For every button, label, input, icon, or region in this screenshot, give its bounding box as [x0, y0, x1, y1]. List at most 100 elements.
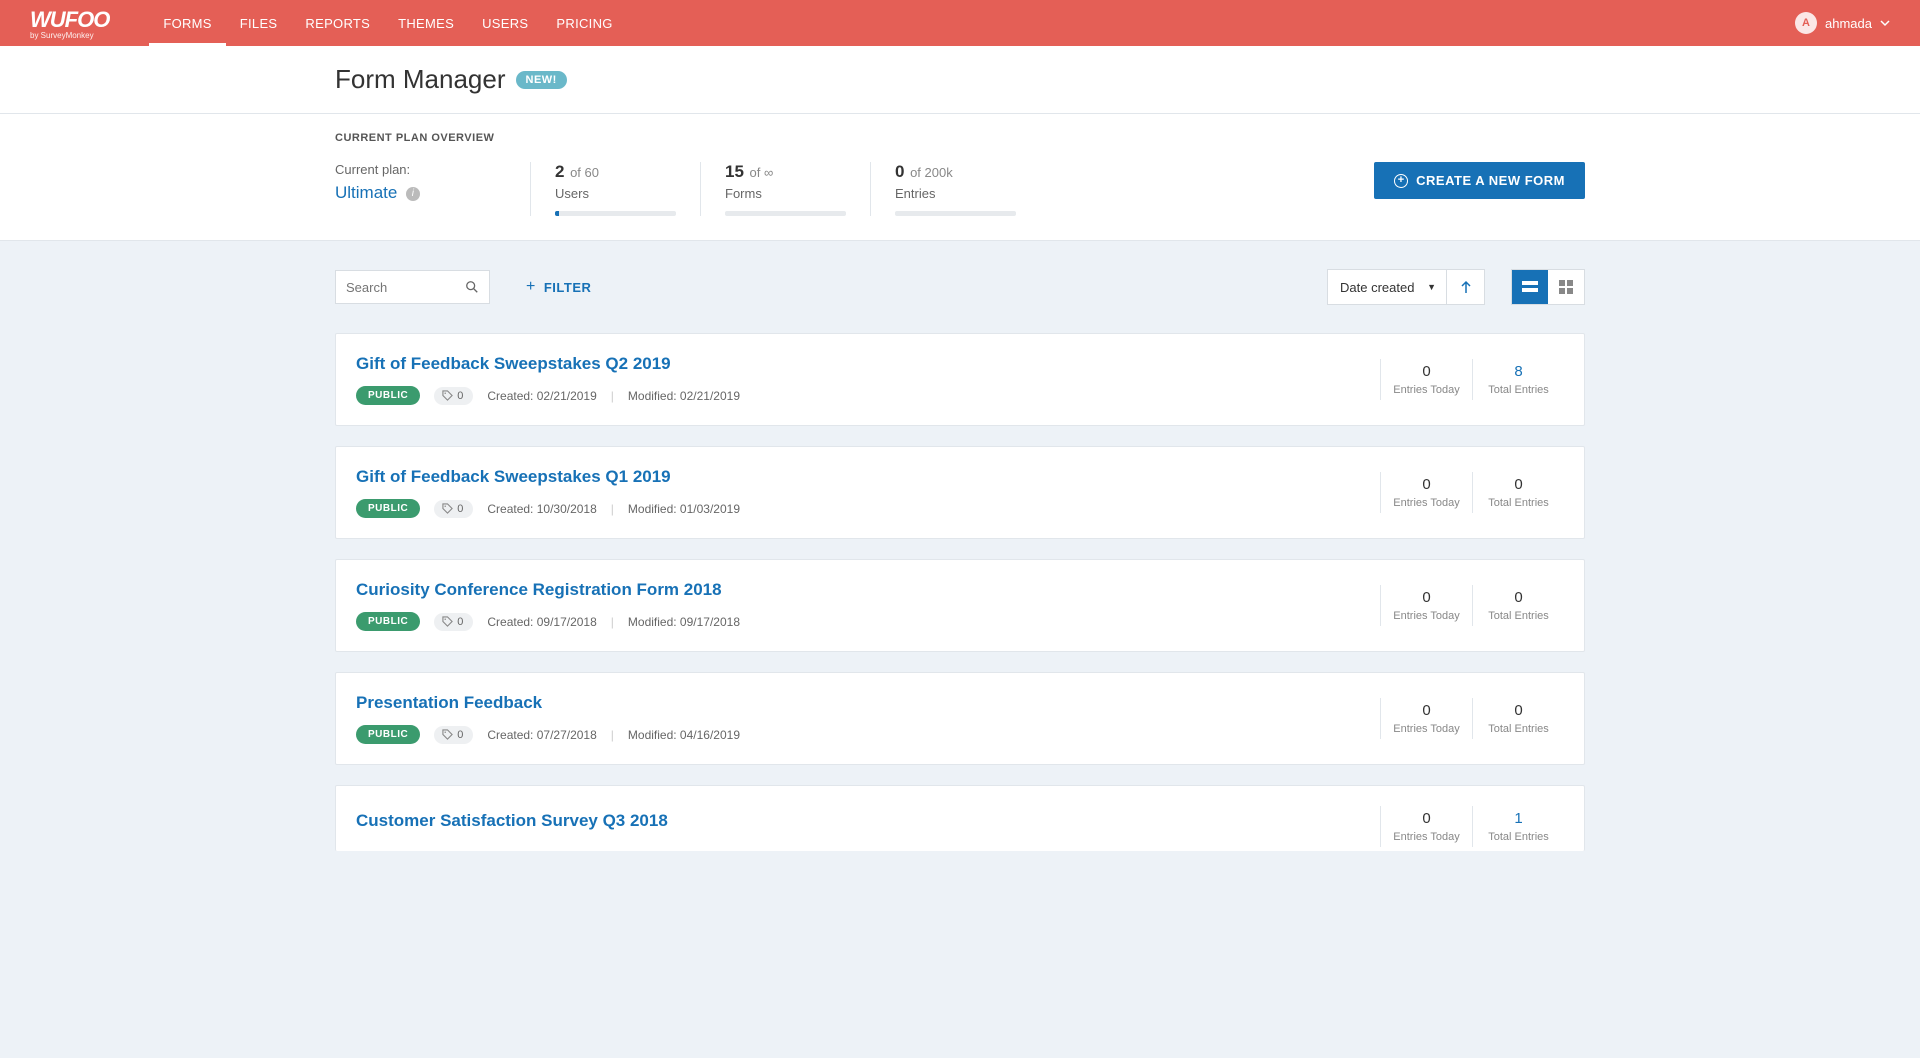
form-card: Gift of Feedback Sweepstakes Q1 2019 PUBL… — [335, 446, 1585, 539]
nav-item-files[interactable]: FILES — [226, 0, 292, 46]
created-date: Created: 09/17/2018 — [487, 615, 596, 629]
total-entries-label: Total Entries — [1473, 384, 1564, 396]
total-entries-value: 0 — [1473, 589, 1564, 606]
progress-bar — [725, 211, 846, 216]
stat-top: 0 of 200k — [895, 162, 1016, 182]
entries-today-value: 0 — [1381, 702, 1472, 719]
form-title[interactable]: Curiosity Conference Registration Form 2… — [356, 580, 1380, 600]
current-plan: Current plan: Ultimate i — [335, 162, 530, 203]
plan-name[interactable]: Ultimate — [335, 183, 397, 202]
total-entries-col: 0 Total Entries — [1472, 585, 1564, 626]
toolbar: + FILTER Date created ▼ — [335, 269, 1585, 305]
entries-today-label: Entries Today — [1381, 497, 1472, 509]
public-badge: PUBLIC — [356, 499, 420, 518]
form-title[interactable]: Customer Satisfaction Survey Q3 2018 — [356, 811, 1380, 831]
username: ahmada — [1825, 16, 1872, 31]
page-title: Form Manager — [335, 64, 506, 95]
entries-today-value: 0 — [1381, 476, 1472, 493]
search-box[interactable] — [335, 270, 490, 304]
forms-list: Gift of Feedback Sweepstakes Q2 2019 PUBL… — [335, 333, 1585, 851]
form-title[interactable]: Gift of Feedback Sweepstakes Q2 2019 — [356, 354, 1380, 374]
form-title[interactable]: Presentation Feedback — [356, 693, 1380, 713]
progress-bar — [895, 211, 1016, 216]
public-badge: PUBLIC — [356, 386, 420, 405]
entries-today-col: 0 Entries Today — [1380, 698, 1472, 739]
entries-today-label: Entries Today — [1381, 831, 1472, 843]
current-plan-label: Current plan: — [335, 162, 530, 177]
plan-stat: 2 of 60Users — [530, 162, 700, 216]
caret-down-icon: ▼ — [1427, 282, 1436, 292]
entries-today-value: 0 — [1381, 810, 1472, 827]
search-input[interactable] — [346, 280, 465, 295]
plus-circle-icon: + — [1394, 174, 1408, 188]
list-view-button[interactable] — [1512, 270, 1548, 304]
grid-icon — [1559, 280, 1573, 294]
top-nav: WUFOO by SurveyMonkey FORMSFILESREPORTST… — [0, 0, 1920, 46]
grid-view-button[interactable] — [1548, 270, 1584, 304]
entries-today-label: Entries Today — [1381, 723, 1472, 735]
total-entries-value: 0 — [1473, 476, 1564, 493]
progress-bar — [555, 211, 676, 216]
stat-label: Entries — [895, 186, 1016, 201]
nav-item-users[interactable]: USERS — [468, 0, 542, 46]
entries-today-col: 0 Entries Today — [1380, 472, 1472, 513]
modified-date: Modified: 02/21/2019 — [628, 389, 740, 403]
total-entries-value[interactable]: 1 — [1473, 810, 1564, 827]
modified-date: Modified: 01/03/2019 — [628, 502, 740, 516]
logo[interactable]: WUFOO by SurveyMonkey — [30, 7, 109, 40]
main-nav: FORMSFILESREPORTSTHEMESUSERSPRICING — [149, 0, 1795, 46]
info-icon[interactable]: i — [406, 187, 420, 201]
arrow-up-icon — [1460, 280, 1472, 294]
created-date: Created: 07/27/2018 — [487, 728, 596, 742]
plan-stat: 15 of ∞ Forms — [700, 162, 870, 216]
form-title[interactable]: Gift of Feedback Sweepstakes Q1 2019 — [356, 467, 1380, 487]
total-entries-label: Total Entries — [1473, 610, 1564, 622]
plus-icon: + — [526, 278, 536, 296]
total-entries-value: 0 — [1473, 702, 1564, 719]
create-form-button[interactable]: + CREATE A NEW FORM — [1374, 162, 1585, 199]
entries-today-col: 0Entries Today — [1380, 585, 1472, 626]
tag-icon — [442, 503, 453, 514]
total-entries-col: 0 Total Entries — [1472, 698, 1564, 739]
form-card: Gift of Feedback Sweepstakes Q2 2019 PUBL… — [335, 333, 1585, 426]
nav-item-themes[interactable]: THEMES — [384, 0, 468, 46]
list-icon — [1522, 280, 1538, 294]
plan-overview: CURRENT PLAN OVERVIEW Current plan: Ulti… — [0, 114, 1920, 241]
total-entries-value[interactable]: 8 — [1473, 363, 1564, 380]
logo-subtext: by SurveyMonkey — [30, 31, 109, 40]
stat-label: Users — [555, 186, 676, 201]
tag-count[interactable]: 0 — [434, 613, 473, 631]
plan-heading: CURRENT PLAN OVERVIEW — [335, 132, 1585, 144]
entries-today-label: Entries Today — [1381, 610, 1472, 622]
stat-top: 15 of ∞ — [725, 162, 846, 182]
meta-divider: | — [611, 389, 614, 403]
content: + FILTER Date created ▼ Gift of Feedback… — [335, 241, 1585, 911]
view-toggle — [1511, 269, 1585, 305]
modified-date: Modified: 04/16/2019 — [628, 728, 740, 742]
modified-date: Modified: 09/17/2018 — [628, 615, 740, 629]
filter-label: FILTER — [544, 280, 592, 295]
sort-direction-button[interactable] — [1447, 269, 1485, 305]
meta-divider: | — [611, 728, 614, 742]
total-entries-label: Total Entries — [1473, 723, 1564, 735]
tag-count[interactable]: 0 — [434, 387, 473, 405]
stat-label: Forms — [725, 186, 846, 201]
form-card: Curiosity Conference Registration Form 2… — [335, 559, 1585, 652]
meta-divider: | — [611, 502, 614, 516]
nav-item-reports[interactable]: REPORTS — [291, 0, 384, 46]
filter-button[interactable]: + FILTER — [526, 278, 591, 296]
title-bar: Form Manager NEW! — [0, 46, 1920, 114]
tag-count[interactable]: 0 — [434, 500, 473, 518]
search-icon — [465, 280, 479, 294]
user-menu[interactable]: A ahmada — [1795, 12, 1890, 34]
form-meta: PUBLIC0Created: 10/30/2018|Modified: 01/… — [356, 499, 1380, 518]
sort-select[interactable]: Date created ▼ — [1327, 269, 1447, 305]
plan-stat: 0 of 200k Entries — [870, 162, 1040, 216]
new-badge: NEW! — [516, 71, 567, 89]
nav-item-pricing[interactable]: PRICING — [542, 0, 626, 46]
nav-item-forms[interactable]: FORMS — [149, 0, 225, 46]
total-entries-col: 0Total Entries — [1472, 472, 1564, 513]
tag-count[interactable]: 0 — [434, 726, 473, 744]
form-meta: PUBLIC0Created: 02/21/2019|Modified: 02/… — [356, 386, 1380, 405]
form-card: Customer Satisfaction Survey Q3 20180 Ent… — [335, 785, 1585, 851]
